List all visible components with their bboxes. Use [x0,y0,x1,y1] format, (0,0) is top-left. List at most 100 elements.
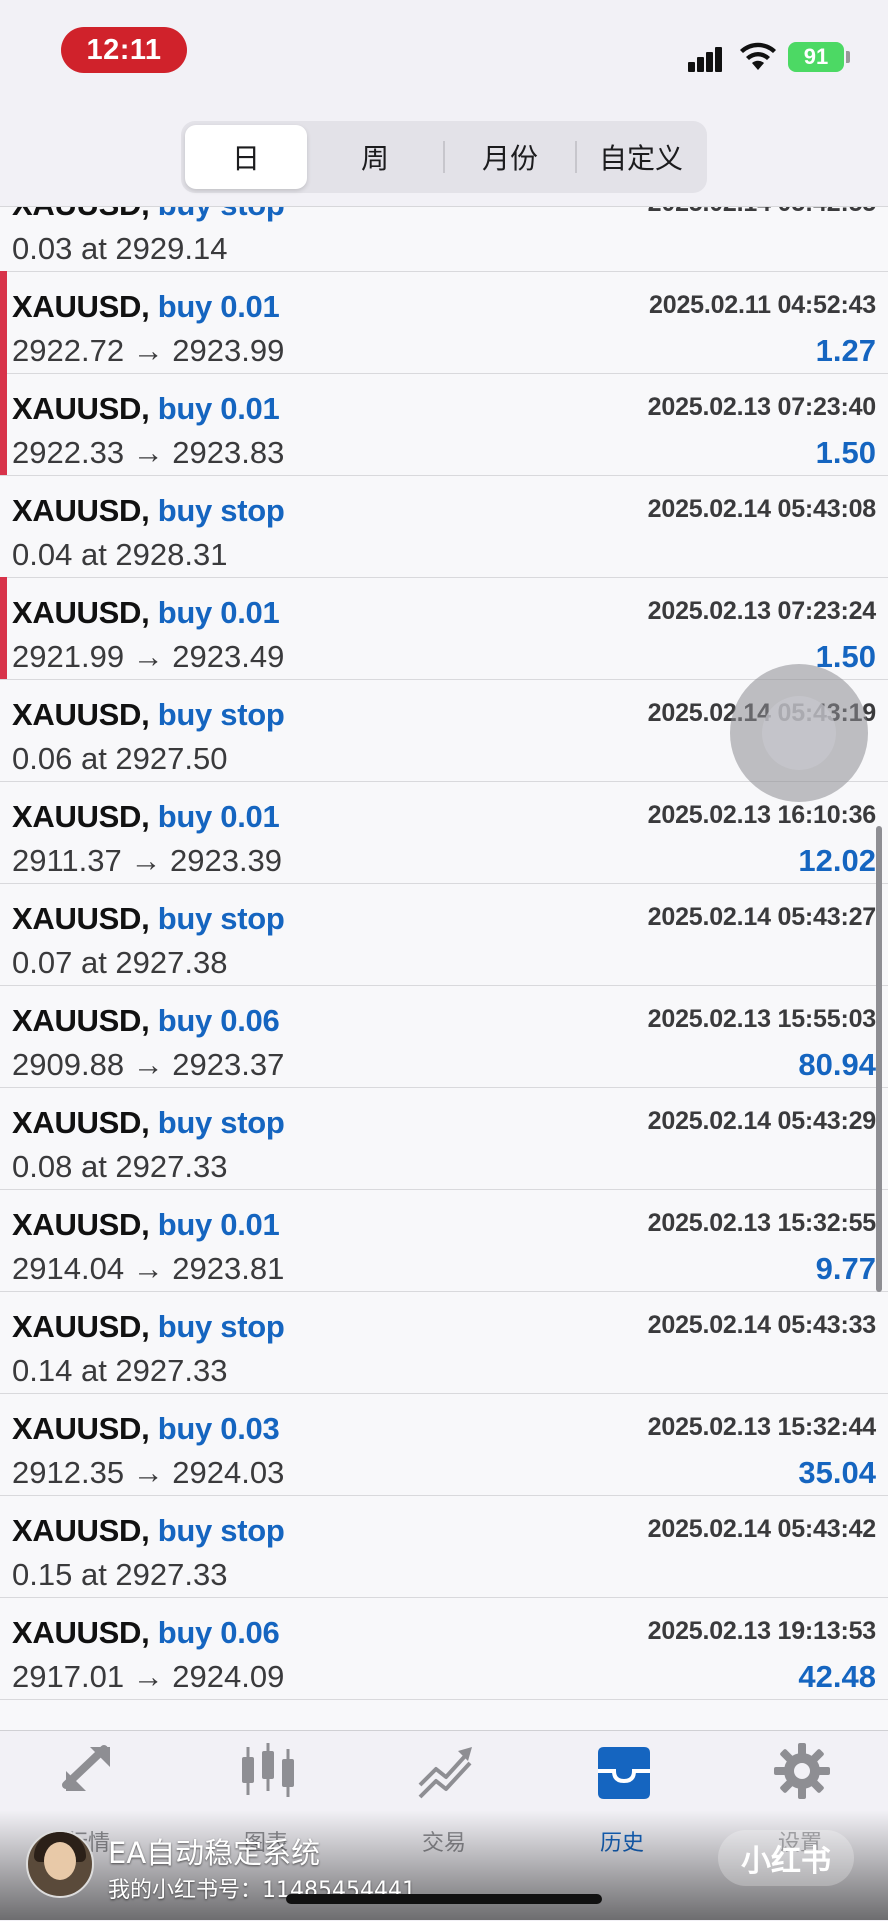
period-segmented-control: 日 周 月份 自定义 [181,121,707,193]
trade-icon [418,1747,472,1799]
row-status-marker [0,271,7,373]
quotes-icon [62,1745,110,1791]
history-row[interactable]: XAUUSD, buy 0.06 2025.02.13 15:55:03 2909.… [0,985,888,1088]
row-profit: 1.27 [815,333,876,368]
history-row[interactable]: XAUUSD, buy 0.01 2025.02.13 15:32:55 2914.… [0,1189,888,1292]
row-detail: 0.14 at 2927.33 [12,1353,228,1388]
row-status-marker [0,373,7,475]
row-detail: 2921.99 → 2923.49 [12,639,285,674]
row-detail: 2914.04 → 2923.81 [12,1251,285,1286]
row-detail: 0.15 at 2927.33 [12,1557,228,1592]
row-time: 2025.02.13 15:32:55 [647,1209,877,1237]
row-profit: 80.94 [798,1047,876,1082]
history-row[interactable]: XAUUSD, buy 0.01 2025.02.13 07:23:24 2921.… [0,577,888,680]
row-symbol-name: XAUUSD, [12,1207,150,1242]
row-action: buy stop [157,1513,285,1548]
segment-day[interactable]: 日 [185,125,307,189]
segment-week[interactable]: 周 [311,125,439,189]
history-row[interactable]: XAUUSD, buy stop 2025.02.14 05:43:29 0.08 … [0,1087,888,1190]
row-detail: 2917.01 → 2924.09 [12,1659,285,1694]
row-action: buy 0.01 [157,799,280,834]
battery-icon: 91 [788,42,844,72]
assistive-touch-inner [762,696,836,770]
row-symbol: XAUUSD, buy 0.01 [12,289,280,325]
row-detail: 0.04 at 2928.31 [12,537,228,572]
history-row[interactable]: XAUUSD, buy stop 2025.02.14 05:43:27 0.07 … [0,883,888,986]
row-action: buy stop [157,1105,285,1140]
watermark-logo: 小红书 [718,1830,854,1886]
row-action: buy stop [158,207,285,222]
avatar [26,1830,94,1898]
status-bar: 12:11 91 [0,0,888,110]
row-detail: 0.08 at 2927.33 [12,1149,228,1184]
row-symbol: XAUUSD, buy stop [12,1309,285,1345]
history-row[interactable]: XAUUSD, buy stop 2025.02.14 05:43:08 0.04 … [0,475,888,578]
cellular-signal-icon [688,44,730,72]
segment-month[interactable]: 月份 [447,125,573,189]
row-time: 2025.02.13 19:13:53 [647,1617,877,1645]
row-symbol-name: XAUUSD, [12,799,150,834]
row-symbol-name: XAUUSD, [12,391,150,426]
history-row[interactable]: XAUUSD, buy 0.01 2025.02.13 16:10:36 2911.… [0,781,888,884]
row-symbol: XAUUSD, buy 0.01 [12,595,280,631]
row-symbol-name: XAUUSD, [12,207,150,222]
row-detail: 0.07 at 2927.38 [12,945,228,980]
row-time: 2025.02.13 15:55:03 [647,1005,877,1033]
chart-icon [242,1743,294,1797]
row-detail: 2909.88 → 2923.37 [12,1047,285,1082]
row-symbol-name: XAUUSD, [12,697,150,732]
row-profit: 42.48 [798,1659,876,1694]
row-symbol-name: XAUUSD, [12,1003,150,1038]
row-symbol: XAUUSD, buy 0.03 [12,1411,280,1447]
history-row[interactable]: XAUUSD, buy 0.01 2025.02.13 07:23:40 2922.… [0,373,888,476]
row-time: 2025.02.11 04:52:43 [649,291,876,319]
history-row[interactable]: XAUUSD, buy stop 2025.02.14 05:43:42 0.15 … [0,1495,888,1598]
row-profit: 1.50 [815,435,876,470]
row-time: 2025.02.14 05:43:08 [647,495,877,523]
row-detail: 2922.33 → 2923.83 [12,435,285,470]
row-detail: 2912.35 → 2924.03 [12,1455,285,1490]
history-row[interactable]: XAUUSD, buy stop 2025.02.14 05:42:55 0.03 … [0,207,888,272]
row-symbol-name: XAUUSD, [12,901,150,936]
row-profit: 12.02 [798,843,876,878]
watermark-title: EA自动稳定系统 [108,1836,321,1870]
row-symbol-name: XAUUSD, [12,1309,150,1344]
row-symbol-name: XAUUSD, [12,493,150,528]
row-time: 2025.02.14 05:43:27 [647,903,877,931]
row-time: 2025.02.14 05:43:33 [647,1311,877,1339]
row-action: buy 0.01 [157,595,280,630]
row-symbol: XAUUSD, buy 0.01 [12,391,280,427]
status-time: 12:11 [61,27,187,73]
row-action: buy stop [157,493,285,528]
history-row[interactable]: XAUUSD, buy 0.03 2025.02.13 15:32:44 2912.… [0,1393,888,1496]
history-row[interactable]: XAUUSD, buy 0.01 2025.02.11 04:52:43 2922.… [0,271,888,374]
history-row[interactable]: XAUUSD, buy 0.06 2025.02.13 19:13:53 2917.… [0,1597,888,1700]
row-symbol-name: XAUUSD, [12,289,150,324]
history-row[interactable]: XAUUSD, buy stop 2025.02.14 05:43:33 0.14 … [0,1291,888,1394]
segment-divider [575,141,577,173]
row-profit: 9.77 [815,1251,876,1286]
row-time: 2025.02.13 16:10:36 [647,801,877,829]
home-indicator[interactable] [286,1894,602,1904]
history-list[interactable]: XAUUSD, buy stop 2025.02.14 05:42:55 0.03 … [0,206,888,1731]
row-action: buy 0.01 [157,289,280,324]
row-profit: 35.04 [798,1455,876,1490]
row-time: 2025.02.14 05:43:29 [647,1107,877,1135]
row-action: buy 0.03 [157,1411,280,1446]
row-detail: 2922.72 → 2923.99 [12,333,285,368]
row-symbol-name: XAUUSD, [12,1411,150,1446]
row-status-marker [0,577,7,679]
row-symbol: XAUUSD, buy stop [12,1513,285,1549]
assistive-touch-button[interactable] [730,664,868,802]
row-action: buy stop [157,1309,285,1344]
scroll-indicator[interactable] [876,826,882,1292]
row-action: buy 0.01 [157,391,280,426]
row-symbol: XAUUSD, buy 0.06 [12,1003,280,1039]
segment-custom[interactable]: 自定义 [579,125,703,189]
row-symbol: XAUUSD, buy 0.01 [12,1207,280,1243]
row-detail: 0.06 at 2927.50 [12,741,228,776]
row-symbol: XAUUSD, buy stop [12,1105,285,1141]
row-symbol-name: XAUUSD, [12,1513,150,1548]
row-symbol: XAUUSD, buy 0.06 [12,1615,280,1651]
segment-divider [443,141,445,173]
